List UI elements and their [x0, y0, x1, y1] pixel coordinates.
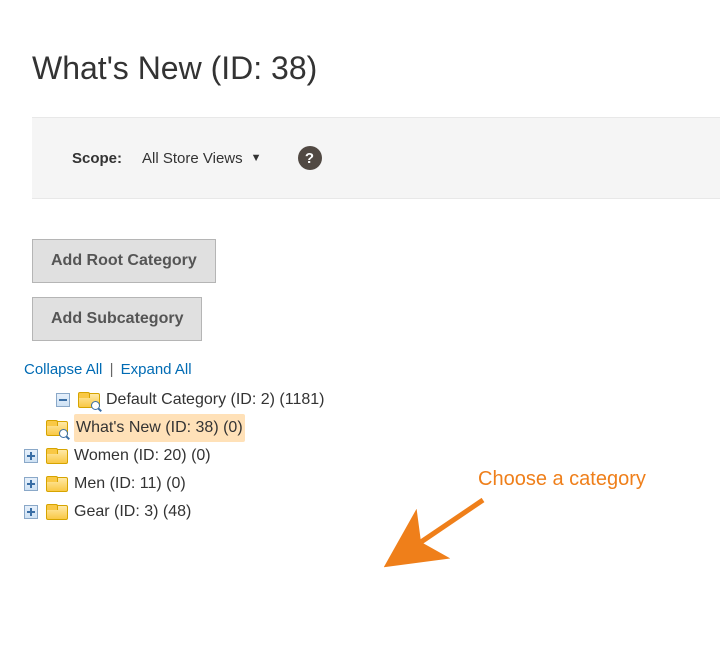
tree-node-women[interactable]: Women (ID: 20) (0) [74, 442, 211, 470]
tree-node-whats-new[interactable]: What's New (ID: 38) (0) [74, 414, 245, 442]
tree-actions: Collapse All | Expand All [24, 361, 720, 378]
expand-toggle-icon[interactable] [24, 449, 38, 463]
scope-selector[interactable]: All Store Views ▼ [142, 150, 262, 167]
tree-spacer [24, 421, 38, 435]
page-title: What's New (ID: 38) [32, 50, 720, 87]
tree-node-gear[interactable]: Gear (ID: 3) (48) [74, 498, 191, 526]
folder-search-icon [46, 420, 66, 436]
add-root-category-button[interactable]: Add Root Category [32, 239, 216, 283]
separator: | [110, 361, 114, 378]
scope-value-text: All Store Views [142, 150, 243, 167]
folder-icon [46, 448, 66, 464]
category-buttons: Add Root Category Add Subcategory [32, 239, 720, 341]
expand-all-link[interactable]: Expand All [121, 361, 192, 378]
scope-bar: Scope: All Store Views ▼ ? [32, 117, 720, 199]
expand-toggle-icon[interactable] [24, 477, 38, 491]
folder-icon [46, 504, 66, 520]
tree-node-men[interactable]: Men (ID: 11) (0) [74, 470, 186, 498]
annotation-label: Choose a category [478, 468, 646, 491]
expand-toggle-icon[interactable] [24, 505, 38, 519]
caret-down-icon: ▼ [251, 152, 262, 164]
collapse-toggle-icon[interactable] [56, 393, 70, 407]
collapse-all-link[interactable]: Collapse All [24, 361, 102, 378]
add-subcategory-button[interactable]: Add Subcategory [32, 297, 202, 341]
help-icon[interactable]: ? [298, 146, 322, 170]
folder-search-icon [78, 392, 98, 408]
folder-icon [46, 476, 66, 492]
category-tree: Default Category (ID: 2) (1181) What's N… [24, 386, 720, 526]
scope-label: Scope: [72, 150, 122, 167]
tree-node-default-category[interactable]: Default Category (ID: 2) (1181) [106, 386, 324, 414]
